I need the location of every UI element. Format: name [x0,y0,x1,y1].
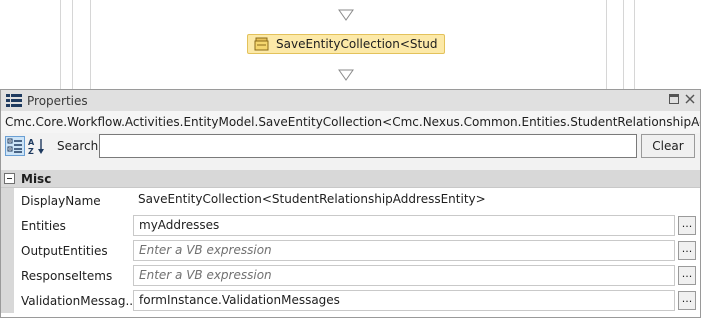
expression-editor-button[interactable]: ... [678,216,696,235]
property-name: ValidationMessag... [21,293,137,308]
collection-activity-icon [254,37,269,51]
sequence-border-line [606,0,607,89]
alphabetical-view-button[interactable]: A Z [27,136,47,156]
property-value-displayname[interactable]: SaveEntityCollection<StudentRelationship… [133,190,675,211]
categorized-view-icon [7,138,22,153]
collapse-icon[interactable] [4,173,15,184]
svg-text:Z: Z [28,147,34,156]
drop-target-arrow-icon[interactable] [338,9,354,21]
row-gutter [1,213,14,238]
property-row-entities[interactable]: Entities myAddresses ... [1,213,700,238]
sort-az-icon: A Z [28,138,44,156]
sequence-border-line [634,0,635,89]
categorized-view-button[interactable] [5,136,25,156]
expression-editor-button[interactable]: ... [678,291,696,310]
selected-object-type: Cmc.Core.Workflow.Activities.EntityModel… [1,111,700,133]
row-gutter [1,288,14,313]
row-gutter [1,238,14,263]
property-name: OutputEntities [21,243,108,258]
sequence-border-line [60,0,61,89]
property-value-entities[interactable]: myAddresses [133,215,675,236]
svg-text:A: A [28,138,35,147]
row-gutter [1,188,14,213]
close-icon[interactable] [683,93,697,107]
sequence-border-line [90,0,91,89]
drop-target-arrow-icon[interactable] [338,69,354,81]
category-header-misc[interactable]: Misc [1,170,700,188]
property-name: ResponseItems [21,268,113,283]
property-row-outputentities[interactable]: OutputEntities Enter a VB expression ... [1,238,700,263]
property-grid: Misc DisplayName SaveEntityCollection<St… [1,170,700,317]
expression-editor-button[interactable]: ... [678,241,696,260]
property-name: DisplayName [21,193,101,208]
workflow-designer-canvas[interactable]: SaveEntityCollection<Stud [0,0,701,89]
dock-window-icon[interactable] [667,93,681,107]
clear-button[interactable]: Clear [641,134,695,158]
save-entity-collection-activity[interactable]: SaveEntityCollection<Stud [247,34,445,54]
property-value-outputentities[interactable]: Enter a VB expression [133,240,675,261]
activity-label: SaveEntityCollection<Stud [276,37,438,51]
sequence-border-line [72,0,73,89]
property-value-responseitems[interactable]: Enter a VB expression [133,265,675,286]
property-value-validationmessages[interactable]: formInstance.ValidationMessages [133,290,675,311]
properties-window: Properties Cmc.Core.Workflow.Activities.… [0,89,701,318]
window-title: Properties [27,93,88,108]
category-label: Misc [21,171,52,186]
properties-grid-icon [6,93,22,107]
property-row-displayname[interactable]: DisplayName SaveEntityCollection<Student… [1,188,700,213]
property-row-validationmessages[interactable]: ValidationMessag... formInstance.Validat… [1,288,700,313]
search-label: Search: [57,139,103,153]
search-input[interactable] [99,134,637,158]
row-gutter [1,263,14,288]
properties-toolbar: A Z Search: Clear [1,133,700,159]
properties-titlebar[interactable]: Properties [1,90,700,111]
property-name: Entities [21,218,66,233]
expression-editor-button[interactable]: ... [678,266,696,285]
property-row-responseitems[interactable]: ResponseItems Enter a VB expression ... [1,263,700,288]
sequence-border-line [623,0,624,89]
